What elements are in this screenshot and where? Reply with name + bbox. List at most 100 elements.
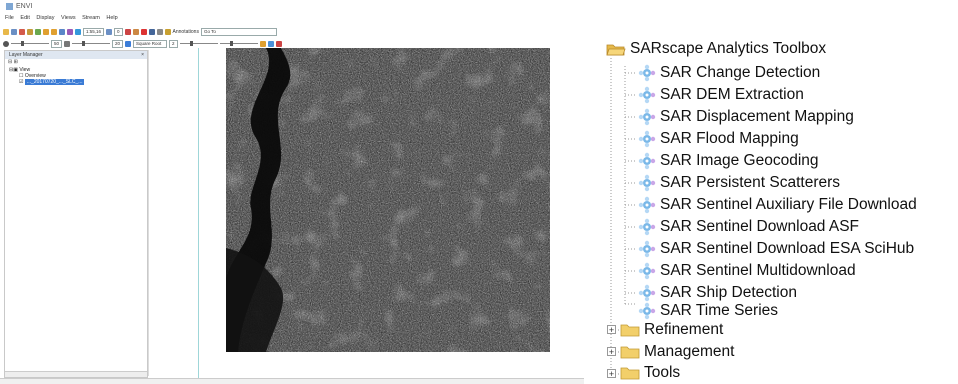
menu-views[interactable]: Views <box>61 15 76 21</box>
tool-sar-displacement-mapping[interactable]: SAR Displacement Mapping <box>638 106 854 128</box>
brightness-slider[interactable] <box>11 41 49 46</box>
sharpen-slider[interactable] <box>179 41 218 46</box>
delete-icon[interactable] <box>140 28 147 35</box>
expand-icon[interactable]: ⊞ <box>14 59 18 65</box>
main-toolbar: 1:55,16 0 Annotations Go To <box>0 26 584 37</box>
folder-icon <box>620 367 640 380</box>
tree-layer-node[interactable]: ☑ ..._20170720_..._SLC_... <box>19 79 85 85</box>
tool-wheel-icon <box>638 174 656 192</box>
stretch-combo[interactable]: Square Root <box>133 39 168 48</box>
tool-label: SAR Time Series <box>660 302 779 319</box>
expand-tools-toggle[interactable]: + <box>607 369 616 379</box>
zoom-reset-icon[interactable] <box>106 28 113 35</box>
tool-sar-sentinel-multidownload[interactable]: SAR Sentinel Multidownload <box>638 260 856 282</box>
cursor-icon[interactable] <box>27 28 33 35</box>
folder-refinement[interactable]: Refinement <box>620 319 723 341</box>
rotation-combo[interactable]: 0 <box>114 27 123 36</box>
sar-image[interactable] <box>226 48 550 352</box>
tool-wheel-icon <box>638 196 656 214</box>
tool-sar-flood-mapping[interactable]: SAR Flood Mapping <box>638 128 799 150</box>
portal-icon[interactable] <box>275 40 282 47</box>
layer-name[interactable]: ..._20170720_..._SLC_... <box>24 79 85 85</box>
contrast-icon <box>64 40 71 47</box>
tool-label: SAR Flood Mapping <box>660 130 799 147</box>
menu-stream[interactable]: Stream <box>82 15 100 21</box>
goto-field[interactable]: Go To <box>200 27 277 36</box>
stretch-value[interactable]: 2 <box>169 39 178 48</box>
brightness-field[interactable]: 50 <box>51 39 63 48</box>
annotation-icon[interactable] <box>164 28 171 35</box>
status-bar <box>0 378 584 384</box>
view-icon: ⊟▣ <box>9 67 18 73</box>
tool-wheel-icon <box>638 302 656 320</box>
vectors-dropdown-icon[interactable] <box>156 28 163 35</box>
folder-tools[interactable]: Tools <box>620 362 680 384</box>
tool-wheel-icon <box>638 262 656 280</box>
layer-manager-tools: ⊟ ⊞ <box>5 59 147 65</box>
toolbox-root-label: SARscape Analytics Toolbox <box>630 40 827 57</box>
tool-label: SAR Persistent Scatterers <box>660 174 841 191</box>
transparency-slider[interactable] <box>219 41 258 46</box>
roi-icon[interactable] <box>132 28 139 35</box>
swipe-icon[interactable] <box>267 40 274 47</box>
tool-wheel-icon <box>638 130 656 148</box>
app-icon <box>6 3 13 10</box>
annotations-dropdown[interactable]: Annotations <box>173 29 199 35</box>
print-icon[interactable] <box>19 28 25 35</box>
folder-label: Tools <box>644 364 681 381</box>
crosshair-icon[interactable] <box>75 28 81 35</box>
tool-label: SAR Sentinel Auxiliary File Download <box>660 196 917 213</box>
flicker-icon[interactable] <box>259 40 266 47</box>
tool-label: SAR DEM Extraction <box>660 86 804 103</box>
collapse-icon[interactable]: ⊟ <box>8 59 12 65</box>
layer-manager-panel: Layer Manager × ⊟ ⊞ ⊟▣ View ☐ Overview ☑… <box>4 50 148 378</box>
menu-display[interactable]: Display <box>36 15 54 21</box>
tool-sar-sentinel-download-asf[interactable]: SAR Sentinel Download ASF <box>638 216 859 238</box>
fit-icon[interactable] <box>67 28 73 35</box>
close-icon[interactable]: × <box>141 51 144 59</box>
expand-refinement-toggle[interactable]: + <box>607 325 616 335</box>
window-title: ENVI <box>16 3 33 10</box>
view-guide-line <box>198 48 199 380</box>
layer-manager-header: Layer Manager × <box>5 51 147 59</box>
zoom-combo[interactable]: 1:55,16 <box>83 27 105 36</box>
envi-window: ENVI File Edit Display Views Stream Help… <box>0 0 584 384</box>
zoom-in-icon[interactable] <box>43 28 49 35</box>
tool-sar-image-geocoding[interactable]: SAR Image Geocoding <box>638 150 819 172</box>
tool-label: SAR Sentinel Multidownload <box>660 262 856 279</box>
save-icon[interactable] <box>11 28 17 35</box>
tool-sar-dem-extraction[interactable]: SAR DEM Extraction <box>638 84 804 106</box>
folder-open-icon <box>606 44 626 56</box>
rotate-icon[interactable] <box>59 28 65 35</box>
expand-management-toggle[interactable]: + <box>607 347 616 357</box>
tool-sar-change-detection[interactable]: SAR Change Detection <box>638 62 820 84</box>
histogram-icon[interactable] <box>125 40 132 47</box>
zoom-out-icon[interactable] <box>51 28 57 35</box>
layer-panel-scrollbar[interactable] <box>5 371 147 377</box>
folder-icon <box>620 346 640 359</box>
layer-manager-title: Layer Manager <box>9 52 43 58</box>
contrast-field[interactable]: 20 <box>112 39 124 48</box>
folder-management[interactable]: Management <box>620 341 734 363</box>
tool-sar-persistent-scatterers[interactable]: SAR Persistent Scatterers <box>638 172 840 194</box>
tool-sar-sentinel-download-esa-scihub[interactable]: SAR Sentinel Download ESA SciHub <box>638 238 914 260</box>
tool-label: SAR Displacement Mapping <box>660 108 854 125</box>
menu-edit[interactable]: Edit <box>20 15 29 21</box>
menu-file[interactable]: File <box>5 15 14 21</box>
layer-checkbox[interactable]: ☑ <box>19 79 23 85</box>
toolbox-tree: SARscape Analytics Toolbox SAR Change De… <box>606 40 958 384</box>
vector-icon[interactable] <box>124 28 131 35</box>
tool-label: SAR Image Geocoding <box>660 152 819 169</box>
title-bar: ENVI <box>0 0 584 14</box>
toolbox-root[interactable]: SARscape Analytics Toolbox <box>606 38 826 60</box>
tool-label: SAR Sentinel Download ESA SciHub <box>660 240 915 257</box>
tool-wheel-icon <box>638 64 656 82</box>
menu-help[interactable]: Help <box>106 15 117 21</box>
open-icon[interactable] <box>3 28 9 35</box>
contrast-slider[interactable] <box>72 41 111 46</box>
brightness-icon <box>3 40 9 47</box>
grid-icon[interactable] <box>148 28 155 35</box>
pan-icon[interactable] <box>35 28 41 35</box>
folder-label: Management <box>644 343 735 360</box>
tool-sar-sentinel-auxiliary-file-download[interactable]: SAR Sentinel Auxiliary File Download <box>638 194 917 216</box>
